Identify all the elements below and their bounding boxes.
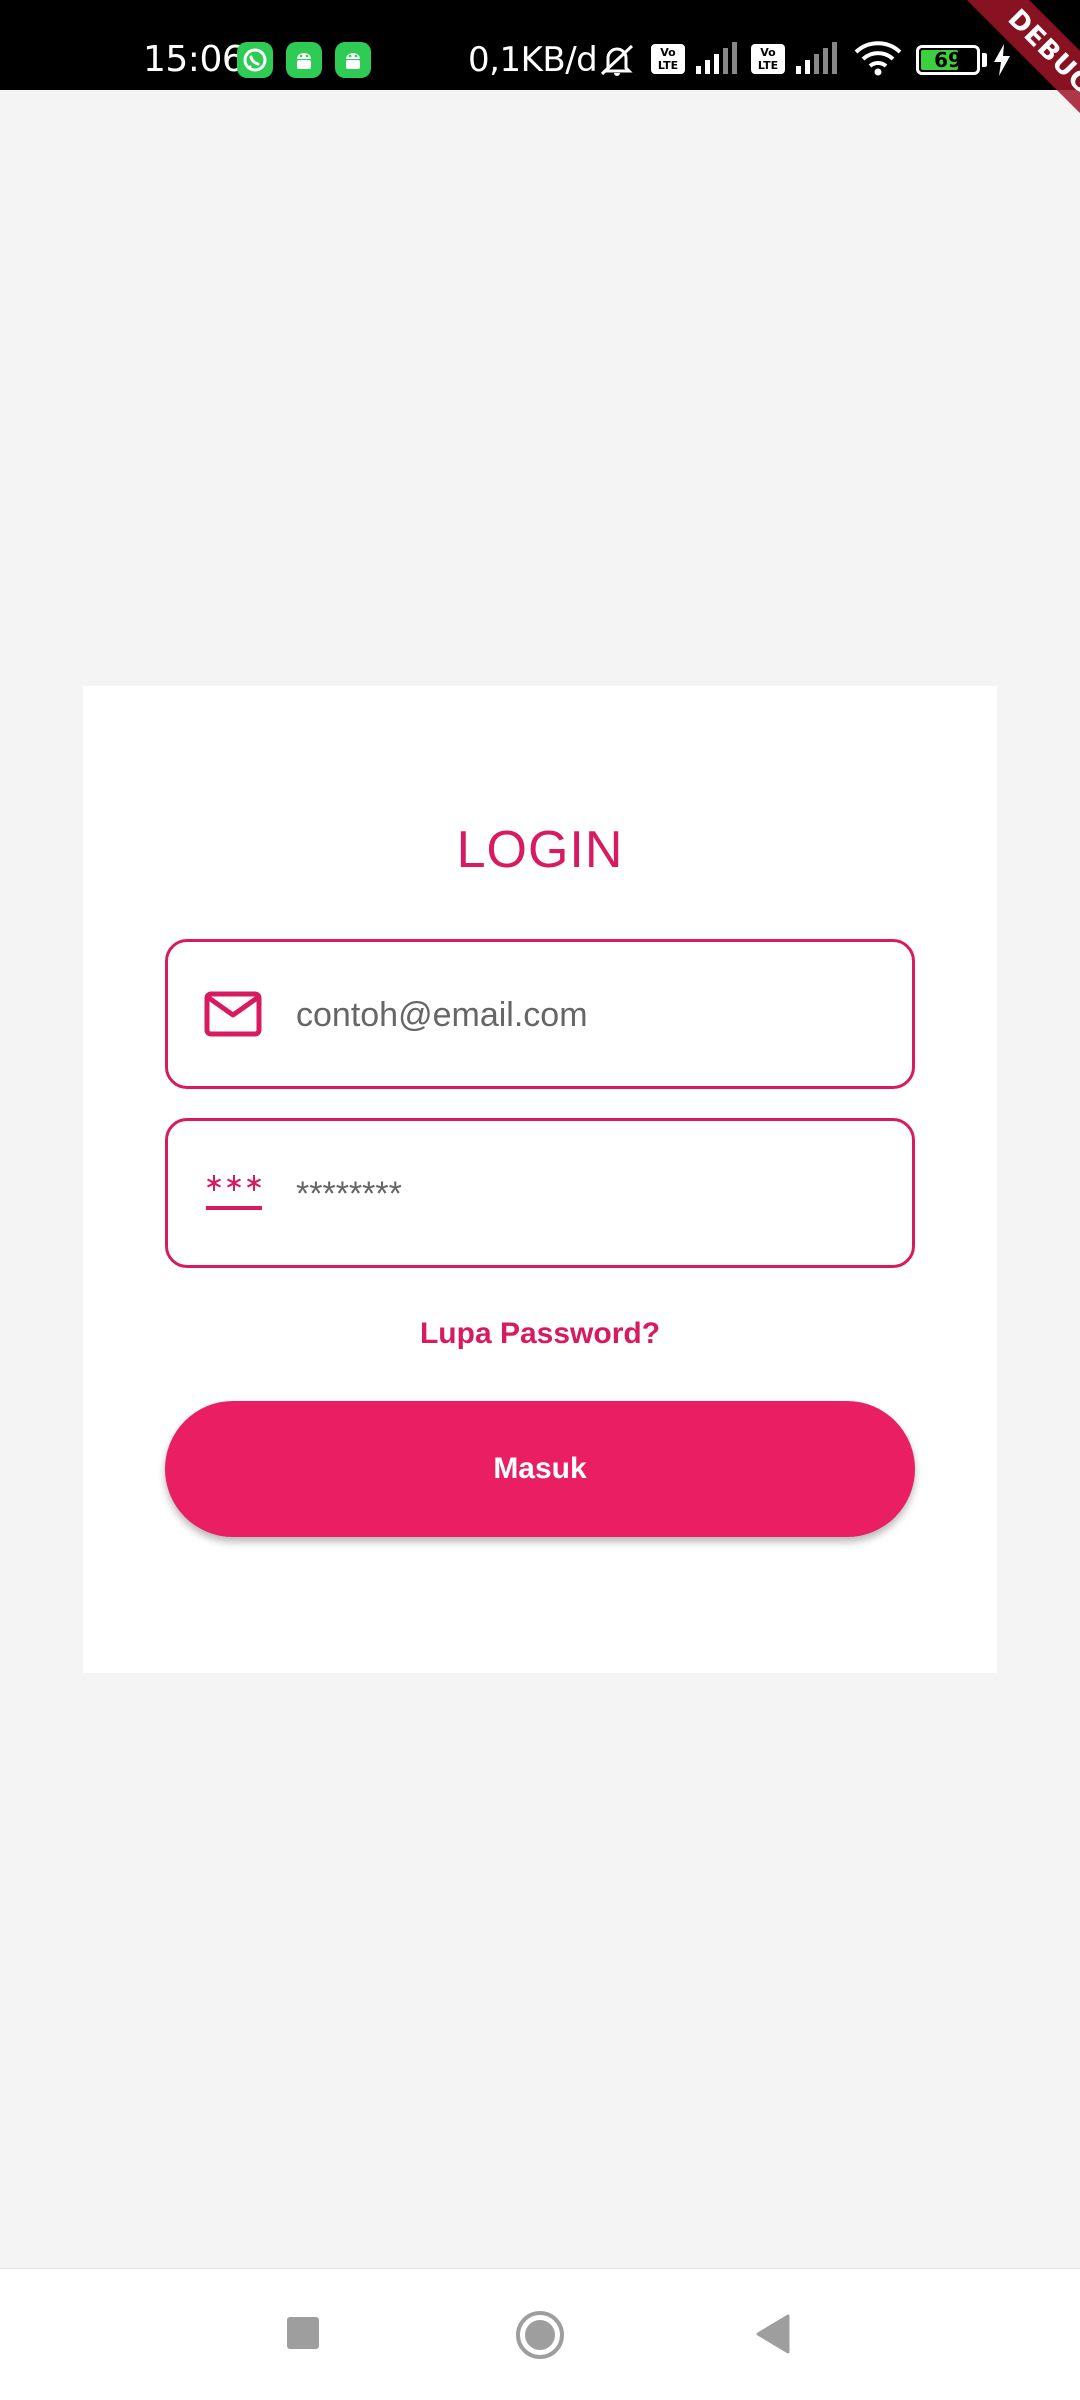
password-icon: [206, 1175, 262, 1210]
status-bar: 15:06 0,1KB/d Vo LTE Vo LTE 69: [0, 0, 1080, 90]
login-title: LOGIN: [456, 821, 624, 879]
email-icon: [204, 991, 262, 1037]
signal-icon: [796, 42, 837, 74]
debug-banner-clip: DEBUG: [920, 0, 1080, 160]
password-input[interactable]: [296, 1161, 886, 1227]
login-button[interactable]: Masuk: [165, 1401, 915, 1537]
debug-banner: DEBUG: [963, 0, 1080, 139]
email-input[interactable]: [296, 982, 886, 1048]
wifi-icon: [854, 41, 902, 76]
network-speed: 0,1KB/d: [468, 40, 598, 80]
email-field[interactable]: [165, 939, 915, 1089]
android-icon: [286, 42, 322, 78]
password-field[interactable]: [165, 1118, 915, 1268]
recents-button[interactable]: [285, 2315, 321, 2351]
whatsapp-icon: [237, 42, 273, 78]
forgot-password-link[interactable]: Lupa Password?: [420, 1317, 660, 1350]
status-time: 15:06: [143, 39, 245, 80]
android-icon: [335, 42, 371, 78]
volte-icon: Vo LTE: [751, 44, 785, 74]
forgot-password-row: Lupa Password?: [0, 1314, 1080, 1354]
home-button[interactable]: [514, 2309, 566, 2361]
volte-icon: Vo LTE: [651, 44, 685, 74]
mute-icon: [600, 44, 634, 76]
signal-icon: [696, 42, 737, 74]
back-button[interactable]: [754, 2313, 792, 2355]
navigation-bar: [0, 2268, 1080, 2400]
